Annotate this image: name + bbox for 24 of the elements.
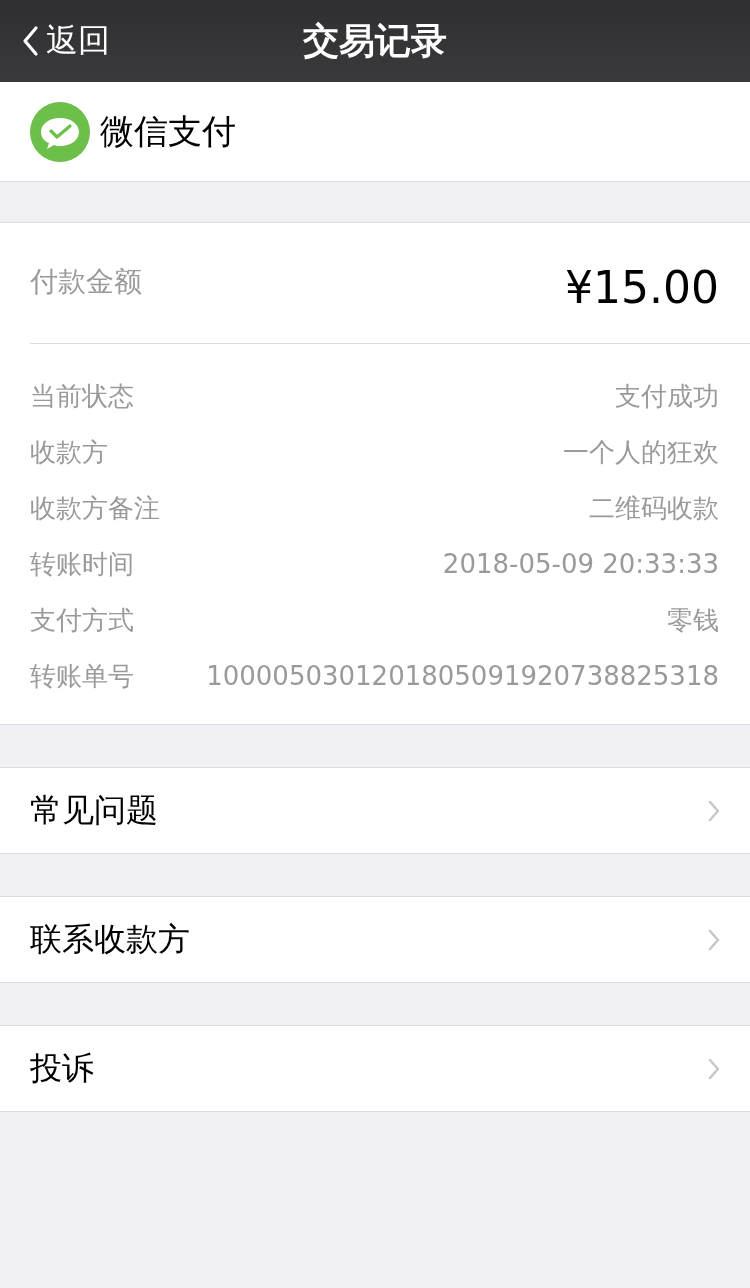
detail-label: 收款方备注: [30, 491, 160, 525]
detail-label: 转账单号: [30, 659, 134, 693]
amount-label: 付款金额: [30, 264, 142, 300]
detail-value: 2018-05-09 20:33:33: [442, 549, 719, 579]
chevron-icon: [708, 1057, 720, 1080]
chevron-icon: [708, 799, 720, 822]
menu-item[interactable]: 常见问题: [0, 767, 750, 854]
menu-item[interactable]: 联系收款方: [0, 896, 750, 983]
detail-label: 当前状态: [30, 379, 134, 413]
detail-value: 支付成功: [615, 379, 719, 413]
detail-label: 支付方式: [30, 603, 134, 637]
detail-value: 二维码收款: [589, 491, 719, 525]
page-title: 交易记录: [303, 18, 447, 63]
merchant-name: 微信支付: [100, 109, 236, 153]
chat-check-logo-icon: [30, 101, 90, 162]
detail-label: 转账时间: [30, 547, 134, 581]
detail-value: 零钱: [667, 603, 719, 637]
chevron-icon: [708, 928, 720, 951]
back-button[interactable]: 返回: [20, 20, 110, 62]
detail-value: 一个人的狂欢: [563, 435, 719, 469]
amount-value: ¥15.00: [565, 261, 719, 313]
menu-item[interactable]: 投诉: [0, 1025, 750, 1112]
detail-value: 1000050301201805091920738825318: [206, 661, 719, 691]
detail-label: 收款方: [30, 435, 108, 469]
